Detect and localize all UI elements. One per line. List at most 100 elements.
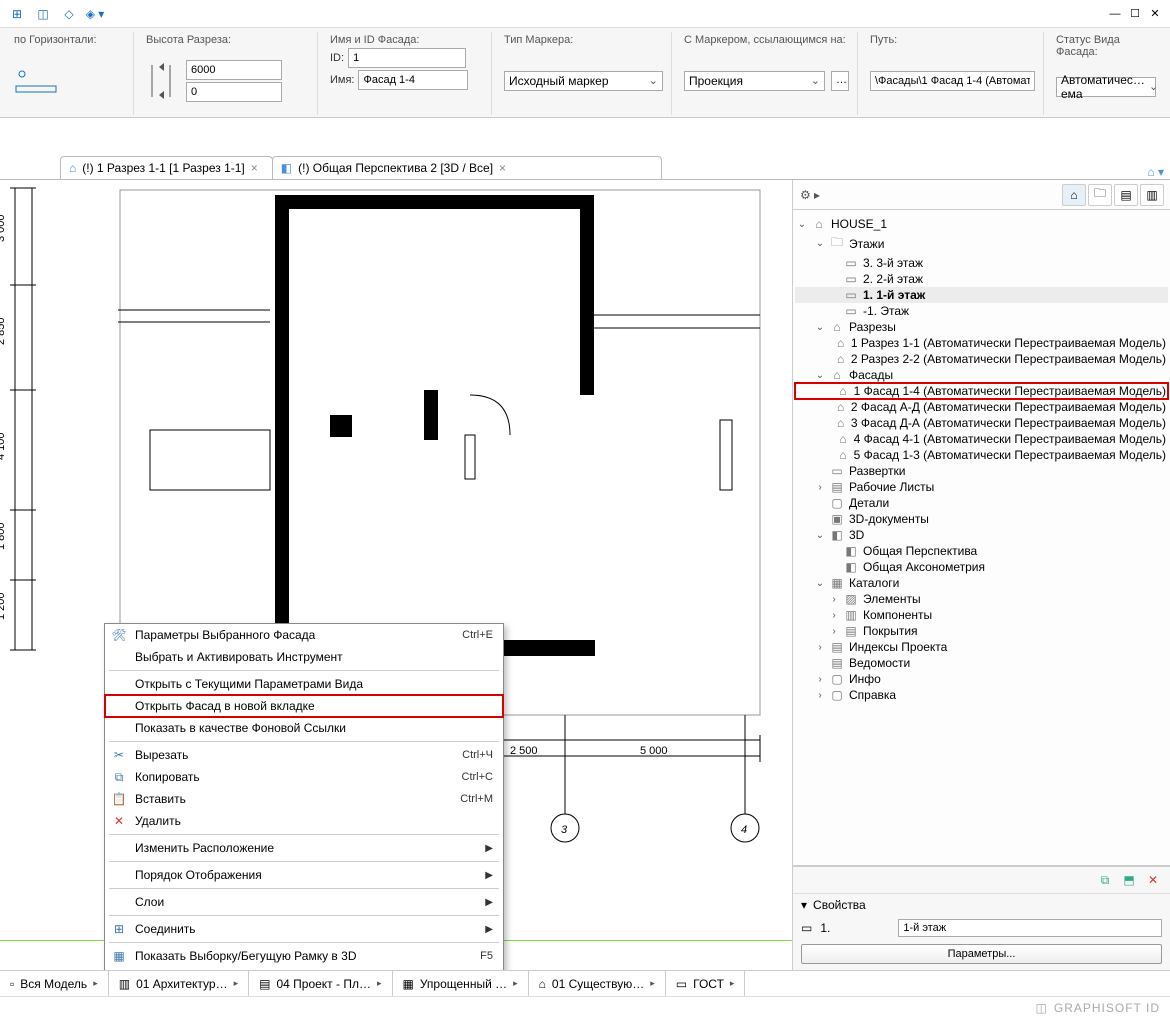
ctx-selected-facade-params[interactable]: 🛠Параметры Выбранного ФасадаCtrl+E [105,624,503,646]
section-height-bottom[interactable] [186,82,282,102]
navigator-panel: ⚙ ▸ ⌂ 🗀 ▤ ▥ ⌄⌂HOUSE_1 ⌄🗀Этажи ▭3. 3-й эт… [792,180,1170,970]
graphisoft-logo-icon: ◫ [1036,1001,1048,1015]
ctx-copy[interactable]: ⧉КопироватьCtrl+С [105,766,503,788]
node-root[interactable]: ⌄⌂HOUSE_1 [795,216,1168,232]
path-input[interactable] [870,71,1035,91]
ctx-connect[interactable]: ⊞Соединить▶ [105,918,503,940]
panel-horiz-body [14,48,125,113]
main-row: 3 000 2 850 4 100 1 800 1 200 [0,180,1170,970]
dim-v-1: 2 850 [0,317,7,345]
node-section-2[interactable]: ⌂2 Разрез 2-2 (Автоматически Перестраива… [795,351,1168,367]
prop-name-input[interactable] [898,919,1162,937]
ctx-paste[interactable]: 📋ВставитьCtrl+М [105,788,503,810]
node-elements[interactable]: ›▨Элементы [795,591,1168,607]
facade-id-input[interactable] [348,48,466,68]
node-floor-1[interactable]: ▭1. 1-й этаж [795,287,1168,303]
tool-icon-3[interactable]: ◇ [58,3,80,25]
navtab-view-map[interactable]: 🗀 [1088,184,1112,206]
facade-name-input[interactable] [358,70,468,90]
node-sections[interactable]: ⌄⌂Разрезы [795,319,1168,335]
ctx-layers[interactable]: Слои▶ [105,891,503,913]
prop-delete-icon[interactable]: ✕ [1144,871,1162,889]
node-components[interactable]: ›▥Компоненты [795,607,1168,623]
minimize-icon[interactable]: — [1106,6,1124,22]
node-floor-0[interactable]: ▭-1. Этаж [795,303,1168,319]
status-scale[interactable]: ▤04 Проект - Пл…▸ [249,971,392,996]
properties-section: ⧉ ⬒ ✕ ▾Свойства ▭ 1. Параметры... [793,865,1170,970]
ctx-move-submenu[interactable]: Изменить Расположение▶ [105,837,503,859]
tab-overflow-icon[interactable]: ⌂ ▾ [1147,165,1164,179]
view-tabs: ⌂ (!) 1 Разрез 1-1 [1 Разрез 1-1] × ◧ (!… [0,152,1170,180]
wrench-icon: 🛠 [111,627,127,643]
node-indexes[interactable]: ›▤Индексы Проекта [795,639,1168,655]
node-facades[interactable]: ⌄⌂Фасады [795,367,1168,383]
tab-close-icon[interactable]: × [499,161,506,175]
ctx-show-selection-3d[interactable]: ▦Показать Выборку/Бегущую Рамку в 3DF5 [105,945,503,967]
node-perspective[interactable]: ◧Общая Перспектива [795,543,1168,559]
properties-header[interactable]: ▾Свойства [793,893,1170,916]
marker-type-select[interactable]: Исходный маркер [504,71,663,91]
status-penset[interactable]: ▦Упрощенный …▸ [393,971,529,996]
tool-icon-4[interactable]: ◈ ▾ [84,3,106,25]
status-standard[interactable]: ▭ГОСТ▸ [666,971,746,996]
navtab-layout-book[interactable]: ▤ [1114,184,1138,206]
status-layercombo[interactable]: ▥01 Архитектур…▸ [109,971,249,996]
brand-bar: ◫ GRAPHISOFT ID [0,996,1170,1018]
node-details[interactable]: ▢Детали [795,495,1168,511]
node-unfolds[interactable]: ▭Развертки [795,463,1168,479]
ctx-display-order[interactable]: Порядок Отображения▶ [105,864,503,886]
node-facade-2[interactable]: ⌂2 Фасад А-Д (Автоматически Перестраивае… [795,399,1168,415]
nav-settings-icon[interactable]: ⚙ ▸ [793,180,827,210]
tab-close-icon[interactable]: × [251,161,258,175]
status-select[interactable]: Автоматичес…ема [1056,77,1156,97]
parameters-button[interactable]: Параметры... [801,944,1162,964]
ctx-show-as-trace[interactable]: Показать в качестве Фоновой Ссылки [105,717,503,739]
paste-icon: 📋 [111,791,127,807]
node-floors[interactable]: ⌄🗀Этажи [795,232,1168,255]
ctx-cut[interactable]: ✂ВырезатьCtrl+Ч [105,744,503,766]
node-3d[interactable]: ⌄◧3D [795,527,1168,543]
close-icon[interactable]: ✕ [1146,6,1164,22]
maximize-icon[interactable]: ☐ [1126,6,1144,22]
scissors-icon: ✂ [111,747,127,763]
tool-icon-2[interactable]: ◫ [32,3,54,25]
prop-new-icon[interactable]: ⧉ [1096,871,1114,889]
ctx-activate-tool[interactable]: Выбрать и Активировать Инструмент [105,646,503,668]
node-catalogs[interactable]: ⌄▦Каталоги [795,575,1168,591]
node-schedules[interactable]: ▤Ведомости [795,655,1168,671]
tab-section[interactable]: ⌂ (!) 1 Разрез 1-1 [1 Разрез 1-1] × [60,156,273,179]
node-worksheets[interactable]: ›▤Рабочие Листы [795,479,1168,495]
node-3ddocs[interactable]: ▣3D-документы [795,511,1168,527]
dim-h-1: 5 000 [640,745,668,757]
tool-icon-1[interactable]: ⊞ [6,3,28,25]
node-facade-5[interactable]: ⌂5 Фасад 1-3 (Автоматически Перестраивае… [795,447,1168,463]
ctx-show-all-3d[interactable]: ▣Показать Все в 3DShift+F5 [105,967,503,970]
navtab-publisher[interactable]: ▥ [1140,184,1164,206]
node-help[interactable]: ›▢Справка [795,687,1168,703]
marker-ref-select[interactable]: Проекция [684,71,825,91]
tab-perspective[interactable]: ◧ (!) Общая Перспектива 2 [3D / Все] × [272,156,662,179]
ctx-open-current-params[interactable]: Открыть с Текущими Параметрами Вида [105,673,503,695]
section-height-top[interactable] [186,60,282,80]
node-facade-1[interactable]: ⌂1 Фасад 1-4 (Автоматически Перестраивае… [795,383,1168,399]
ctx-open-in-new-tab[interactable]: Открыть Фасад в новой вкладке [105,695,503,717]
marker-ref-more[interactable]: … [831,71,849,91]
ctx-delete[interactable]: ✕Удалить [105,810,503,832]
node-axonometry[interactable]: ◧Общая Аксонометрия [795,559,1168,575]
status-scope[interactable]: ▫Вся Модель▸ [0,971,109,996]
prop-save-icon[interactable]: ⬒ [1120,871,1138,889]
delete-icon: ✕ [111,813,127,829]
node-info[interactable]: ›▢Инфо [795,671,1168,687]
node-coverings[interactable]: ›▤Покрытия [795,623,1168,639]
node-facade-3[interactable]: ⌂3 Фасад Д-А (Автоматически Перестраивае… [795,415,1168,431]
node-floor-2[interactable]: ▭2. 2-й этаж [795,271,1168,287]
home-icon: ⌂ [69,161,76,175]
navigator-tree[interactable]: ⌄⌂HOUSE_1 ⌄🗀Этажи ▭3. 3-й этаж ▭2. 2-й э… [793,210,1170,865]
drawing-canvas[interactable]: 3 000 2 850 4 100 1 800 1 200 [0,180,792,970]
panel-marker-title: Тип Маркера: [504,34,663,48]
navtab-project-map[interactable]: ⌂ [1062,184,1086,206]
status-renovation[interactable]: ⌂01 Существую…▸ [529,971,666,996]
node-facade-4[interactable]: ⌂4 Фасад 4-1 (Автоматически Перестраивае… [795,431,1168,447]
node-section-1[interactable]: ⌂1 Разрез 1-1 (Автоматически Перестраива… [795,335,1168,351]
node-floor-3[interactable]: ▭3. 3-й этаж [795,255,1168,271]
